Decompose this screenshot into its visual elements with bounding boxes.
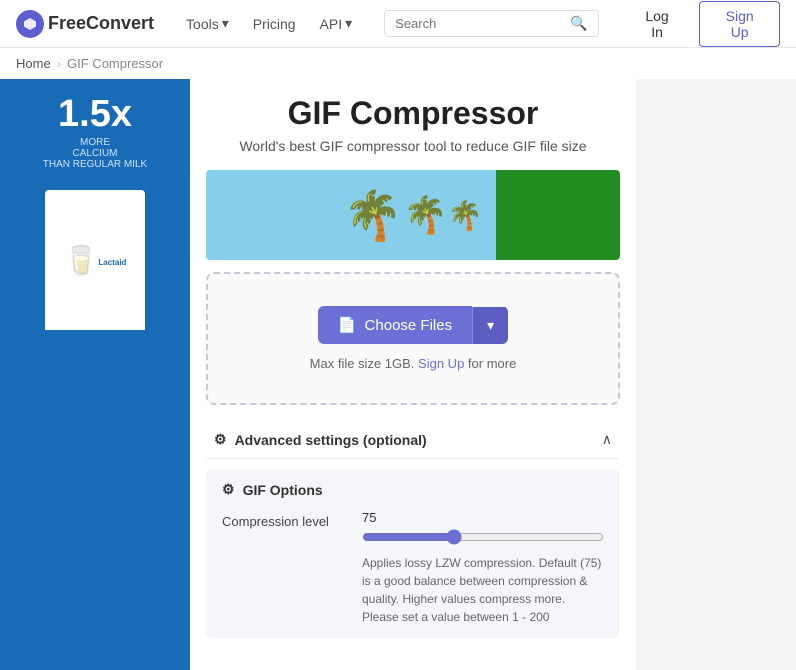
login-button[interactable]: Log In [623,2,692,46]
file-icon: 📄 [338,316,357,334]
logo-text: FreeConvert [48,13,154,34]
advanced-chevron-icon: ∧ [602,431,612,448]
signup-button[interactable]: Sign Up [699,1,780,47]
gif-options-section: ⚙ GIF Options Compression level 75 Appli… [206,469,620,638]
navbar: FreeConvert Tools ▾ Pricing API ▾ 🔍 Log … [0,0,796,48]
nav-pricing[interactable]: Pricing [245,10,304,38]
compression-level-label: Compression level [222,510,342,529]
gif-gear-icon: ⚙ [222,481,235,498]
breadcrumb-current: GIF Compressor [67,56,163,71]
choose-files-dropdown-button[interactable]: ▾ [472,307,508,344]
compression-description: Applies lossy LZW compression. Default (… [362,554,604,626]
api-chevron-icon: ▾ [345,15,352,32]
palm-tree-icon: 🌴 [343,187,403,244]
banner-advertisement: 🌴 🌴 🌴 [206,170,620,260]
upload-signup-link[interactable]: Sign Up [418,356,464,371]
logo[interactable]: FreeConvert [16,10,154,38]
left-advertisement: 1.5x MORECALCIUMTHAN REGULAR MILK 🥛 Lact… [0,79,190,670]
page-layout: 1.5x MORECALCIUMTHAN REGULAR MILK 🥛 Lact… [0,79,796,670]
advanced-settings-section: ⚙ Advanced settings (optional) ∧ ⚙ GIF O… [206,421,620,638]
nav-tools[interactable]: Tools ▾ [178,9,237,38]
tools-chevron-icon: ▾ [222,15,229,32]
breadcrumb-home[interactable]: Home [16,56,51,71]
logo-icon [16,10,44,38]
compression-level-controls: 75 Applies lossy LZW compression. Defaul… [362,510,604,626]
palm-tree-icon-3: 🌴 [448,199,483,232]
upload-note: Max file size 1GB. Sign Up for more [310,356,517,371]
breadcrumb-separator: › [57,56,61,71]
search-icon[interactable]: 🔍 [570,15,587,32]
compression-level-row: Compression level 75 Applies lossy LZW c… [222,510,604,626]
search-box: 🔍 [384,10,599,37]
ad-carton: 🥛 Lactaid [45,190,145,330]
breadcrumb: Home › GIF Compressor [0,48,796,79]
palm-tree-icon-2: 🌴 [403,194,448,236]
page-title: GIF Compressor [206,95,620,132]
nav-actions: Log In Sign Up [623,1,780,47]
advanced-gear-icon: ⚙ [214,431,227,448]
compression-slider[interactable] [362,529,604,545]
advanced-settings-header-left: ⚙ Advanced settings (optional) [214,431,427,448]
choose-files-button[interactable]: 📄 Choose Files [318,306,472,344]
compression-value: 75 [362,510,604,525]
main-content: GIF Compressor World's best GIF compress… [190,79,636,670]
gif-options-header: ⚙ GIF Options [222,481,604,498]
choose-files-button-group: 📄 Choose Files ▾ [318,306,508,344]
upload-box: 📄 Choose Files ▾ Max file size 1GB. Sign… [206,272,620,405]
dropdown-chevron-icon: ▾ [487,317,494,333]
right-advertisement [636,79,796,670]
nav-links: Tools ▾ Pricing API ▾ [178,9,360,38]
search-input[interactable] [395,16,564,31]
nav-api[interactable]: API ▾ [312,9,361,38]
ad-big-text: 1.5x [58,95,132,133]
advanced-settings-toggle[interactable]: ⚙ Advanced settings (optional) ∧ [206,421,620,459]
page-subtitle: World's best GIF compressor tool to redu… [206,138,620,154]
ad-sub-text: MORECALCIUMTHAN REGULAR MILK [43,137,147,170]
